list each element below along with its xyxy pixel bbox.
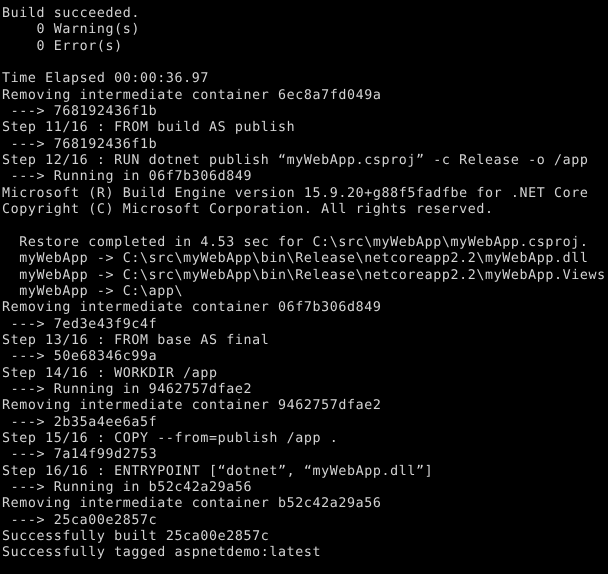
console-line: Step 12/16 : RUN dotnet publish “myWebAp…	[2, 153, 589, 169]
console-line: Step 13/16 : FROM base AS final	[2, 332, 270, 348]
console-line: ---> 7a14f99d2753	[2, 447, 158, 463]
console-line: Copyright (C) Microsoft Corporation. All…	[2, 202, 494, 218]
console-line: Removing intermediate container b52c42a2…	[2, 496, 382, 512]
console-line: myWebApp -> C:\app\	[2, 283, 184, 299]
console-output[interactable]: Build succeeded. 0 Warning(s) 0 Error(s)…	[2, 6, 608, 562]
console-line: Removing intermediate container 6ec8a7fd…	[2, 87, 382, 103]
console-line: ---> 768192436f1b	[2, 136, 158, 152]
terminal-window[interactable]: Build succeeded. 0 Warning(s) 0 Error(s)…	[0, 0, 608, 574]
console-line: 0 Error(s)	[2, 38, 123, 54]
console-line: 0 Warning(s)	[2, 22, 141, 38]
console-line: Build succeeded.	[2, 6, 141, 21]
console-line: ---> 7ed3e43f9c4f	[2, 316, 158, 332]
console-line: Removing intermediate container 06f7b306…	[2, 300, 382, 316]
console-line: Microsoft (R) Build Engine version 15.9.…	[2, 185, 589, 201]
console-line: Step 11/16 : FROM build AS publish	[2, 120, 296, 136]
console-line: myWebApp -> C:\src\myWebApp\bin\Release\…	[2, 267, 608, 283]
console-line: Time Elapsed 00:00:36.97	[2, 71, 210, 87]
console-line: ---> 50e68346c99a	[2, 349, 158, 365]
console-line: Step 15/16 : COPY --from=publish /app .	[2, 430, 339, 446]
console-line: Step 16/16 : ENTRYPOINT [“dotnet”, “myWe…	[2, 463, 434, 479]
console-line: Step 14/16 : WORKDIR /app	[2, 365, 218, 381]
console-line: Successfully built 25ca00e2857c	[2, 529, 270, 544]
console-line: Restore completed in 4.53 sec for C:\src…	[2, 234, 589, 250]
console-line: ---> Running in 9462757dfae2	[2, 381, 253, 397]
console-line: ---> 768192436f1b	[2, 104, 158, 120]
console-line: myWebApp -> C:\src\myWebApp\bin\Release\…	[2, 251, 589, 267]
console-line: Removing intermediate container 9462757d…	[2, 398, 382, 414]
console-line: ---> 2b35a4ee6a5f	[2, 414, 158, 430]
console-line: ---> 25ca00e2857c	[2, 512, 158, 528]
console-line: ---> Running in b52c42a29a56	[2, 479, 253, 495]
console-line: Successfully tagged aspnetdemo:latest	[2, 545, 322, 561]
console-line: ---> Running in 06f7b306d849	[2, 169, 253, 185]
